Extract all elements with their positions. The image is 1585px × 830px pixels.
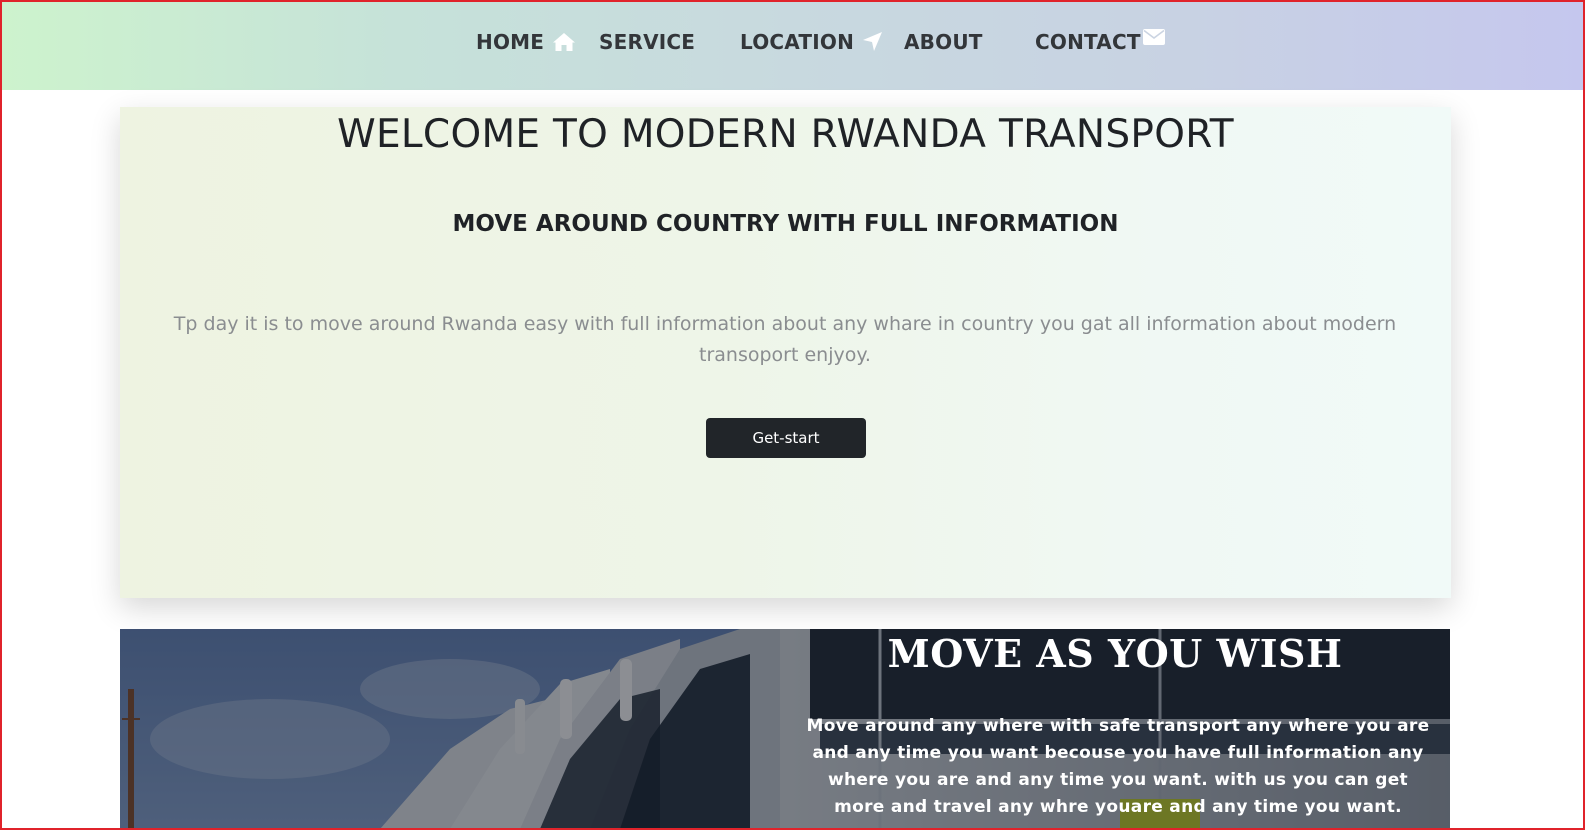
- nav-item-service[interactable]: SERVICE: [599, 28, 695, 56]
- promo-section: MOVE AS YOU WISH Move around any where w…: [120, 629, 1450, 829]
- promo-description: Move around any where with safe transpor…: [806, 716, 1430, 817]
- envelope-icon: [1142, 29, 1165, 45]
- nav-about-label: ABOUT: [904, 30, 983, 54]
- hero-subtitle: MOVE AROUND COUNTRY WITH FULL INFORMATIO…: [452, 211, 1119, 237]
- nav-home-label: HOME: [476, 30, 545, 54]
- hero-title: WELCOME TO MODERN RWANDA TRANSPORT: [337, 112, 1234, 157]
- hero-section: WELCOME TO MODERN RWANDA TRANSPORT MOVE …: [120, 107, 1451, 598]
- nav-location-label: LOCATION: [740, 30, 855, 54]
- nav-item-about[interactable]: ABOUT: [904, 28, 983, 56]
- top-navbar: HOME SERVICE LOCATION ABOUT CONTACT: [2, 2, 1583, 90]
- promo-title: MOVE AS YOU WISH: [887, 631, 1343, 676]
- home-icon: [552, 32, 576, 52]
- hero-description: Tp day it is to move around Rwanda easy …: [173, 313, 1397, 366]
- nav-item-contact[interactable]: CONTACT: [1035, 28, 1165, 56]
- location-arrow-icon: [862, 31, 884, 53]
- get-start-button[interactable]: Get-start: [706, 418, 866, 458]
- nav-item-location[interactable]: LOCATION: [740, 28, 884, 56]
- nav-service-label: SERVICE: [599, 30, 696, 54]
- nav-item-home[interactable]: HOME: [476, 28, 576, 56]
- nav-contact-label: CONTACT: [1035, 30, 1141, 54]
